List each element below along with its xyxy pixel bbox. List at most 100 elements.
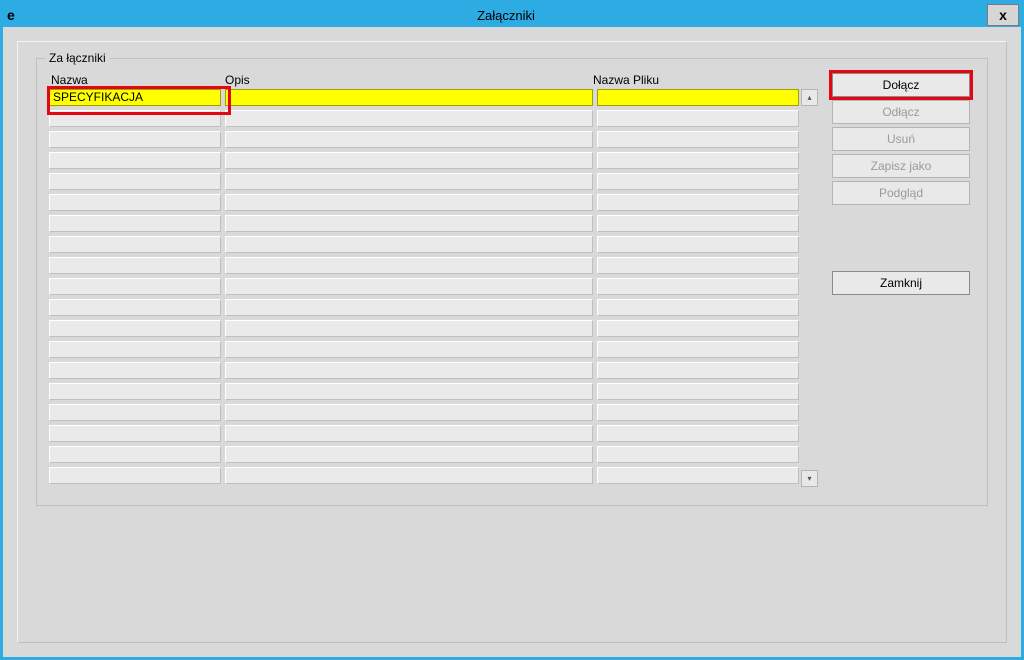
close-window-button[interactable]: x	[987, 4, 1019, 26]
cell-description[interactable]	[225, 215, 593, 232]
scroll-up-button[interactable]: ▴	[801, 89, 818, 106]
cell-name[interactable]	[49, 341, 221, 358]
cell-filename[interactable]	[597, 152, 799, 169]
cell-name[interactable]	[49, 467, 221, 484]
action-buttons: Dołącz Odłącz Usuń Zapisz jako Podgląd Z…	[832, 73, 970, 493]
window-title: Załączniki	[25, 8, 987, 23]
cell-filename[interactable]	[597, 404, 799, 421]
cell-description[interactable]	[225, 383, 593, 400]
table-row[interactable]	[49, 299, 799, 316]
detach-button: Odłącz	[832, 100, 970, 124]
cell-description[interactable]	[225, 257, 593, 274]
cell-description[interactable]	[225, 362, 593, 379]
cell-description[interactable]	[225, 194, 593, 211]
cell-filename[interactable]	[597, 173, 799, 190]
table-row[interactable]	[49, 425, 799, 442]
saveas-button: Zapisz jako	[832, 154, 970, 178]
cell-name[interactable]	[49, 383, 221, 400]
cell-name[interactable]	[49, 320, 221, 337]
table-row[interactable]	[49, 467, 799, 484]
header-description: Opis	[221, 73, 589, 87]
cell-filename[interactable]	[597, 299, 799, 316]
table-row[interactable]	[49, 152, 799, 169]
inner-panel: Za łączniki Nazwa Opis Nazwa Pliku SPECY…	[17, 41, 1007, 643]
table-row[interactable]: SPECYFIKACJA	[49, 89, 799, 106]
cell-filename[interactable]	[597, 236, 799, 253]
grid-area: SPECYFIKACJA ▴ ▾	[49, 89, 818, 487]
cell-description[interactable]	[225, 404, 593, 421]
table-row[interactable]	[49, 404, 799, 421]
cell-name[interactable]	[49, 131, 221, 148]
cell-name[interactable]: SPECYFIKACJA	[49, 89, 221, 106]
table-row[interactable]	[49, 215, 799, 232]
button-spacer	[832, 208, 970, 268]
cell-filename[interactable]	[597, 383, 799, 400]
cell-description[interactable]	[225, 173, 593, 190]
vertical-scrollbar[interactable]: ▴ ▾	[801, 89, 818, 487]
cell-filename[interactable]	[597, 467, 799, 484]
preview-button: Podgląd	[832, 181, 970, 205]
cell-filename[interactable]	[597, 320, 799, 337]
cell-name[interactable]	[49, 110, 221, 127]
cell-filename[interactable]	[597, 257, 799, 274]
table-row[interactable]	[49, 257, 799, 274]
table-row[interactable]	[49, 194, 799, 211]
cell-description[interactable]	[225, 89, 593, 106]
cell-name[interactable]	[49, 152, 221, 169]
cell-filename[interactable]	[597, 341, 799, 358]
table-row[interactable]	[49, 320, 799, 337]
scroll-down-button[interactable]: ▾	[801, 470, 818, 487]
cell-description[interactable]	[225, 110, 593, 127]
fieldset-legend: Za łączniki	[45, 51, 110, 65]
cell-filename[interactable]	[597, 362, 799, 379]
cell-description[interactable]	[225, 320, 593, 337]
table-row[interactable]	[49, 362, 799, 379]
table-row[interactable]	[49, 341, 799, 358]
cell-filename[interactable]	[597, 425, 799, 442]
cell-name[interactable]	[49, 257, 221, 274]
cell-description[interactable]	[225, 341, 593, 358]
cell-name[interactable]	[49, 299, 221, 316]
cell-name[interactable]	[49, 446, 221, 463]
table-row[interactable]	[49, 131, 799, 148]
cell-description[interactable]	[225, 152, 593, 169]
cell-name[interactable]	[49, 194, 221, 211]
cell-description[interactable]	[225, 131, 593, 148]
cell-description[interactable]	[225, 236, 593, 253]
app-icon: e	[7, 6, 25, 24]
cell-filename[interactable]	[597, 194, 799, 211]
cell-name[interactable]	[49, 278, 221, 295]
attachments-table: Nazwa Opis Nazwa Pliku SPECYFIKACJA ▴ ▾	[49, 73, 818, 493]
cell-description[interactable]	[225, 278, 593, 295]
cell-description[interactable]	[225, 425, 593, 442]
title-bar[interactable]: e Załączniki x	[3, 3, 1021, 27]
cell-name[interactable]	[49, 404, 221, 421]
cell-description[interactable]	[225, 467, 593, 484]
table-row[interactable]	[49, 236, 799, 253]
table-row[interactable]	[49, 173, 799, 190]
cell-name[interactable]	[49, 362, 221, 379]
cell-filename[interactable]	[597, 215, 799, 232]
cell-name[interactable]	[49, 425, 221, 442]
client-area: Za łączniki Nazwa Opis Nazwa Pliku SPECY…	[3, 27, 1021, 657]
cell-name[interactable]	[49, 173, 221, 190]
cell-filename[interactable]	[597, 131, 799, 148]
attachments-fieldset: Za łączniki Nazwa Opis Nazwa Pliku SPECY…	[36, 58, 988, 506]
cell-filename[interactable]	[597, 278, 799, 295]
table-row[interactable]	[49, 383, 799, 400]
attach-button[interactable]: Dołącz	[832, 73, 970, 97]
cell-filename[interactable]	[597, 110, 799, 127]
cell-filename[interactable]	[597, 89, 799, 106]
header-filename: Nazwa Pliku	[589, 73, 795, 87]
table-row[interactable]	[49, 110, 799, 127]
cell-name[interactable]	[49, 215, 221, 232]
delete-button: Usuń	[832, 127, 970, 151]
cell-filename[interactable]	[597, 446, 799, 463]
cell-name[interactable]	[49, 236, 221, 253]
close-button[interactable]: Zamknij	[832, 271, 970, 295]
window-frame: e Załączniki x Za łączniki Nazwa Opis Na…	[0, 0, 1024, 660]
cell-description[interactable]	[225, 446, 593, 463]
cell-description[interactable]	[225, 299, 593, 316]
table-row[interactable]	[49, 446, 799, 463]
table-row[interactable]	[49, 278, 799, 295]
